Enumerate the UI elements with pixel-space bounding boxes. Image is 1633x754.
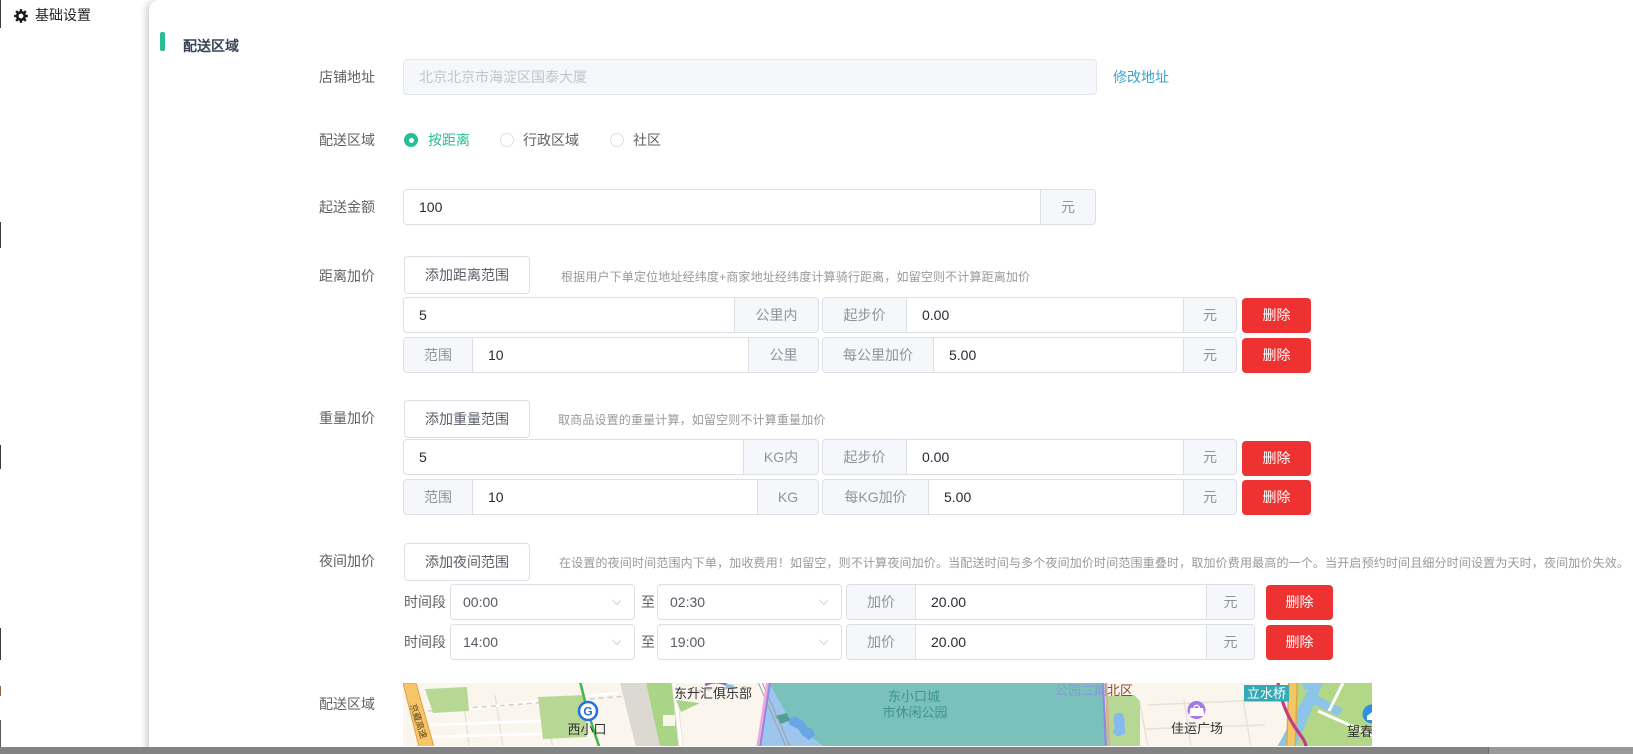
svg-text:西小口: 西小口 [567, 722, 606, 737]
svg-text:望春: 望春 [1347, 724, 1372, 739]
svg-text:市休闲公园: 市休闲公园 [882, 705, 947, 720]
svg-text:东升汇俱乐部: 东升汇俱乐部 [674, 686, 752, 701]
svg-text:公园二期北区: 公园二期北区 [1055, 683, 1133, 698]
svg-text:立水桥: 立水桥 [1247, 686, 1286, 701]
svg-text:G: G [583, 705, 592, 719]
svg-text:佳运广场: 佳运广场 [1171, 721, 1223, 736]
svg-text:东小口城: 东小口城 [888, 689, 940, 704]
